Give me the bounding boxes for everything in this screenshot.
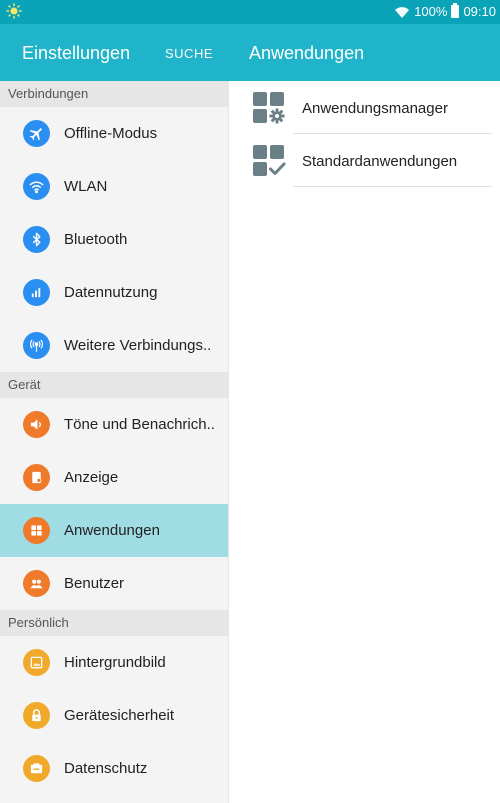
menu-item-offline-modus[interactable]: Offline-Modus [0,107,228,160]
menu-item-label: Datenschutz [64,760,148,777]
app-manager-icon [253,92,285,124]
settings-list: Verbindungen Offline-Modus WLAN Bluetoot… [0,81,229,803]
menu-item-geraetesicherheit[interactable]: Gerätesicherheit [0,689,228,742]
sound-icon [23,411,50,438]
menu-item-toene-benachrichtigungen[interactable]: Töne und Benachrich.. [0,398,228,451]
sun-icon [6,3,22,19]
users-icon [23,570,50,597]
menu-item-label: Gerätesicherheit [64,707,175,724]
status-time: 09:10 [463,4,496,19]
menu-item-label: Weitere Verbindungs.. [64,337,212,354]
default-apps-icon [253,145,286,176]
status-right: 100% 09:10 [394,3,496,19]
app-header: Einstellungen SUCHE Anwendungen [0,24,500,81]
menu-item-anzeige[interactable]: Anzeige [0,451,228,504]
wifi-icon [395,6,410,18]
menu-item-label: Anzeige [64,469,119,486]
menu-item-label: Töne und Benachrich.. [64,416,215,433]
menu-item-datenschutz[interactable]: Datenschutz [0,742,228,795]
airplane-icon [23,120,50,147]
section-header-persoenlich: Persönlich [0,610,228,636]
menu-item-label: Anwendungen [64,522,160,539]
menu-item-label: Hintergrundbild [64,654,166,671]
status-bar: 100% 09:10 [0,0,500,24]
menu-item-weitere-verbindungen[interactable]: Weitere Verbindungs.. [0,319,228,372]
detail-title: Anwendungen [249,43,365,63]
menu-item-label: Offline-Modus [64,125,158,142]
menu-item-benutzer[interactable]: Benutzer [0,557,228,610]
battery-percent: 100% [414,4,448,19]
wifi-icon [23,173,50,200]
divider [293,186,492,187]
row-anwendungsmanager[interactable]: Anwendungsmanager [229,81,500,134]
bluetooth-icon [23,226,50,253]
detail-panel: Anwendungsmanager Standardanwendungen [229,81,500,803]
app-row-label: Standardanwendungen [302,153,458,170]
search-button[interactable]: SUCHE [165,46,213,61]
data-usage-icon [23,279,50,306]
menu-item-label: Bluetooth [64,231,128,248]
app-row-label: Anwendungsmanager [302,100,448,117]
settings-title: Einstellungen [22,43,131,63]
menu-item-wlan[interactable]: WLAN [0,160,228,213]
menu-item-label: WLAN [64,178,108,195]
display-icon [23,464,50,491]
menu-item-hintergrundbild[interactable]: Hintergrundbild [0,636,228,689]
menu-item-label: Datennutzung [64,284,158,301]
menu-item-label: Benutzer [64,575,125,592]
apps-icon [23,517,50,544]
battery-icon [451,3,460,18]
wallpaper-icon [23,649,50,676]
lock-icon [23,702,50,729]
more-connections-icon [23,332,50,359]
menu-item-bluetooth[interactable]: Bluetooth [0,213,228,266]
section-header-geraet: Gerät [0,372,228,398]
section-header-verbindungen: Verbindungen [0,81,228,107]
menu-item-datennutzung[interactable]: Datennutzung [0,266,228,319]
row-standardanwendungen[interactable]: Standardanwendungen [229,134,500,187]
privacy-icon [23,755,50,782]
menu-item-anwendungen[interactable]: Anwendungen [0,504,228,557]
